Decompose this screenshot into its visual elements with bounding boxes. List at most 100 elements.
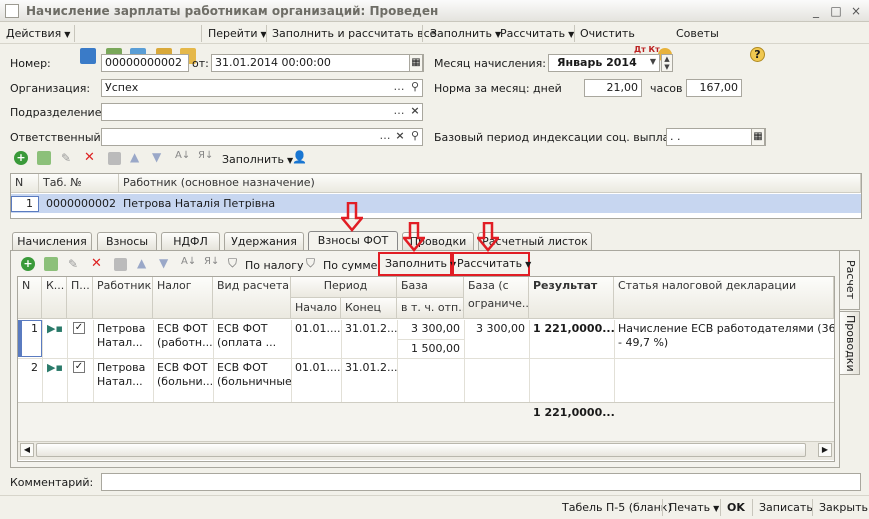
ellipsis-button[interactable]: …: [392, 103, 406, 121]
column-header-tab[interactable]: Таб. №: [39, 174, 119, 193]
column-header-tax[interactable]: Налог: [153, 277, 213, 319]
side-tab-calc[interactable]: Расчет: [840, 250, 860, 310]
scroll-left-button[interactable]: ◀: [20, 443, 34, 457]
add-icon[interactable]: +: [21, 257, 35, 271]
goto-menu[interactable]: Перейти ▼: [208, 26, 267, 42]
comment-field[interactable]: [101, 473, 861, 491]
search-icon[interactable]: ⚲: [408, 79, 422, 97]
side-tab-postings[interactable]: Проводки: [840, 311, 860, 375]
add-icon[interactable]: +: [14, 151, 28, 165]
worker-name: Петрова: [97, 322, 146, 335]
fill-and-calculate-all-button[interactable]: Заполнить и рассчитать все: [272, 26, 436, 42]
fot-calculate-menu[interactable]: Рассчитать ▼: [452, 252, 531, 276]
column-header-result[interactable]: Результат: [529, 277, 614, 319]
tab-fot-contributions[interactable]: Взносы ФОТ: [308, 231, 398, 251]
print-form-button[interactable]: Табель П-5 (бланк): [562, 500, 672, 516]
move-up-icon[interactable]: ▲: [130, 150, 139, 164]
column-header-base[interactable]: База: [397, 277, 464, 298]
save-icon[interactable]: [114, 258, 127, 271]
column-header-period-end[interactable]: Конец: [341, 298, 397, 319]
column-header-worker[interactable]: Работник (основное: [93, 277, 153, 319]
column-header-n[interactable]: N: [18, 277, 42, 319]
article-text: Начисление ЕСВ работодателями (36,76: [618, 322, 834, 335]
user-select-icon[interactable]: 👤: [292, 150, 307, 164]
copy-row-icon[interactable]: [37, 151, 51, 165]
row-number: 1: [18, 320, 42, 357]
edit-icon[interactable]: ✎: [61, 151, 71, 165]
sort-asc-icon[interactable]: A↓: [181, 256, 196, 267]
month-spinner[interactable]: ▲ ▼: [661, 54, 673, 72]
calendar-icon[interactable]: ▦: [751, 128, 765, 146]
number-label: Номер:: [10, 57, 51, 70]
actions-menu[interactable]: Действия ▼: [6, 26, 70, 42]
post-icon[interactable]: [80, 48, 96, 64]
tab-accruals[interactable]: Начисления: [12, 232, 92, 250]
move-down-icon[interactable]: ▼: [159, 256, 168, 270]
close-window-button[interactable]: ×: [848, 3, 864, 19]
move-down-icon[interactable]: ▼: [152, 150, 161, 164]
toolbar-separator: [574, 25, 575, 42]
chevron-down-icon[interactable]: ▼: [646, 54, 660, 72]
norm-label: Норма за месяц: дней: [434, 82, 562, 95]
copy-row-icon[interactable]: [44, 257, 58, 271]
edit-icon[interactable]: ✎: [68, 257, 78, 271]
sort-desc-icon[interactable]: Я↓: [198, 150, 213, 161]
minimize-button[interactable]: _: [808, 3, 824, 19]
calculate-menu[interactable]: Рассчитать ▼: [500, 26, 574, 42]
tab-contributions[interactable]: Взносы: [97, 232, 157, 250]
worker-name-2: Натал...: [97, 375, 143, 388]
move-up-icon[interactable]: ▲: [137, 256, 146, 270]
close-button[interactable]: Закрыть: [819, 500, 868, 516]
save-icon[interactable]: [108, 152, 121, 165]
active-checkbox[interactable]: ✓: [73, 361, 85, 373]
total-result: 1 221,0000...: [533, 406, 614, 419]
clear-button[interactable]: Очистить: [580, 26, 635, 42]
print-menu[interactable]: Печать ▼: [669, 500, 719, 516]
tab-deductions[interactable]: Удержания: [224, 232, 304, 250]
active-checkbox[interactable]: ✓: [73, 322, 85, 334]
filter-by-tax-button[interactable]: По налогу: [245, 258, 303, 274]
workers-fill-menu[interactable]: Заполнить ▼: [222, 152, 293, 168]
column-header-article[interactable]: Статья налоговой декларации: [614, 277, 834, 319]
norm-days-field[interactable]: 21,00: [584, 79, 642, 97]
department-field[interactable]: [101, 103, 423, 121]
save-button[interactable]: Записать: [759, 500, 813, 516]
column-header-base-limit[interactable]: База (с ограниче...: [464, 277, 529, 319]
tab-ndfl[interactable]: НДФЛ: [161, 232, 220, 250]
column-header-k[interactable]: К...: [42, 277, 67, 319]
clear-icon[interactable]: ×: [393, 128, 407, 146]
movement-icon: ▶▪: [47, 361, 63, 374]
sort-asc-icon[interactable]: A↓: [175, 150, 190, 161]
maximize-button[interactable]: □: [828, 3, 844, 19]
grid-line: [67, 320, 68, 402]
clear-icon[interactable]: ×: [408, 103, 422, 121]
delete-icon[interactable]: ✕: [91, 256, 102, 271]
ellipsis-button[interactable]: …: [378, 128, 392, 146]
calendar-icon[interactable]: ▦: [409, 54, 423, 72]
filter-by-sum-button[interactable]: По сумме: [323, 258, 377, 274]
responsible-field[interactable]: [101, 128, 423, 146]
column-header-calc-type[interactable]: Вид расчета: [213, 277, 291, 319]
column-header-n[interactable]: N: [11, 174, 39, 193]
organization-field[interactable]: Успех: [101, 79, 423, 97]
column-header-base-sub[interactable]: в т. ч. отп...: [397, 298, 464, 319]
ellipsis-button[interactable]: …: [392, 79, 406, 97]
month-field[interactable]: Январь 2014: [548, 54, 660, 72]
column-header-p[interactable]: П...: [67, 277, 93, 319]
ok-button[interactable]: OK: [727, 500, 745, 516]
column-header-period[interactable]: Период: [291, 277, 397, 298]
date-field[interactable]: 31.01.2014 00:00:00: [211, 54, 424, 72]
scroll-thumb[interactable]: [36, 443, 806, 457]
fill-menu[interactable]: Заполнить ▼: [430, 26, 501, 42]
norm-hours-field[interactable]: 167,00: [686, 79, 742, 97]
column-header-worker[interactable]: Работник (основное назначение): [119, 174, 861, 193]
scroll-right-button[interactable]: ▶: [818, 443, 832, 457]
help-icon[interactable]: ?: [750, 47, 765, 62]
delete-icon[interactable]: ✕: [84, 150, 95, 165]
number-field[interactable]: 00000000002: [101, 54, 189, 72]
search-icon[interactable]: ⚲: [408, 128, 422, 146]
column-header-period-start[interactable]: Начало: [291, 298, 341, 319]
sort-desc-icon[interactable]: Я↓: [204, 256, 219, 267]
fot-fill-menu[interactable]: Заполнить ▼: [378, 252, 456, 276]
advice-button[interactable]: Советы: [676, 26, 719, 42]
